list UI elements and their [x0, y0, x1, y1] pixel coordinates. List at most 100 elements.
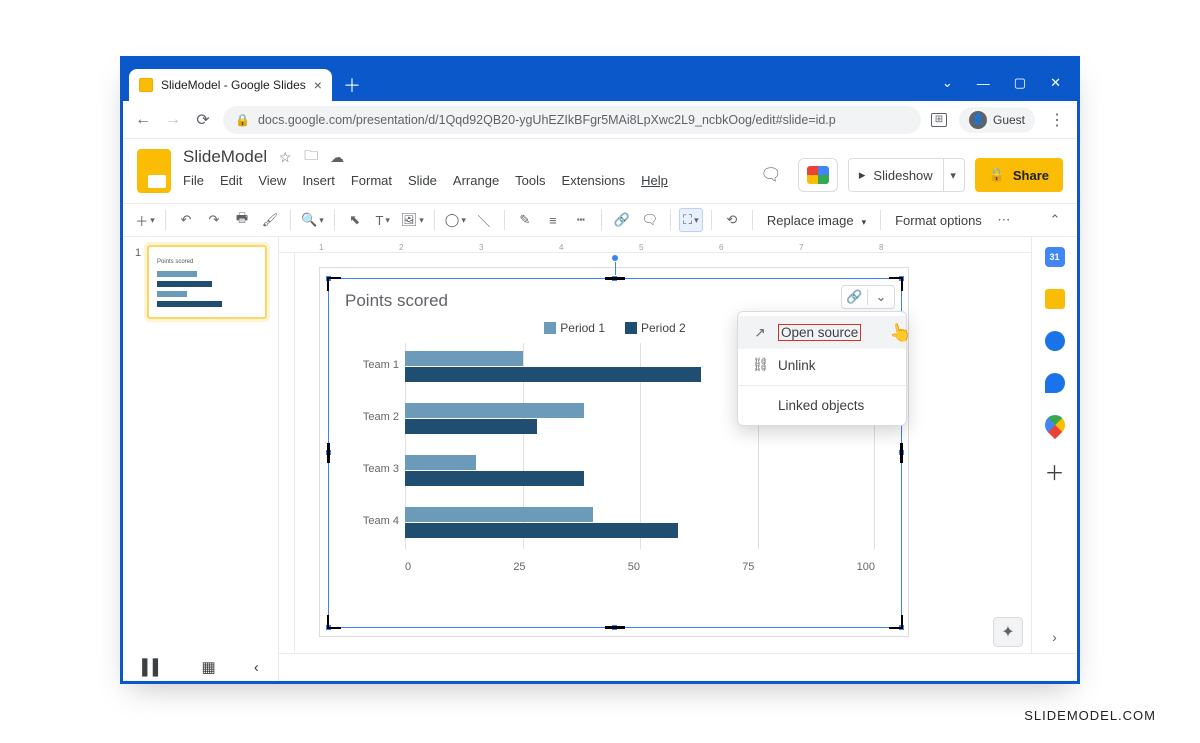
redo-button[interactable]: ↷	[202, 208, 226, 232]
tasks-icon[interactable]	[1045, 331, 1065, 351]
crop-handle[interactable]	[889, 615, 903, 629]
bar-team1-period1	[405, 351, 523, 366]
calendar-icon[interactable]	[1045, 247, 1065, 267]
collapse-toolbar-button[interactable]: ⌃	[1043, 208, 1067, 232]
menu-insert[interactable]: Insert	[302, 173, 335, 188]
new-slide-button[interactable]: ＋	[133, 208, 157, 232]
menu-file[interactable]: File	[183, 173, 204, 188]
shape-tool[interactable]: ◯	[443, 208, 468, 232]
forward-button[interactable]: →	[163, 110, 183, 130]
line-tool[interactable]: ＼	[472, 208, 496, 232]
menu-linked-objects[interactable]: Linked objects	[738, 390, 906, 421]
slideshow-dropdown[interactable]: ▾	[943, 158, 965, 192]
maps-icon[interactable]	[1040, 411, 1068, 439]
unlink-icon: ⛓	[752, 357, 768, 373]
menu-slide[interactable]: Slide	[408, 173, 437, 188]
more-tools-button[interactable]: ⋯	[992, 208, 1016, 232]
slide-canvas[interactable]: 🔗 ⌄ ↗ Open source ⛓ Unlink	[319, 267, 909, 637]
grid-view-icon[interactable]: ▦	[202, 658, 216, 676]
border-color-button[interactable]: ✎	[513, 208, 537, 232]
browser-tab[interactable]: SlideModel - Google Slides ×	[129, 69, 332, 101]
back-button[interactable]: ←	[133, 110, 153, 130]
crop-handle[interactable]	[327, 615, 341, 629]
hide-side-panel-icon[interactable]: ›	[1052, 629, 1057, 645]
slide-thumbnail-panel: 1 Points scored	[123, 237, 279, 653]
menu-edit[interactable]: Edit	[220, 173, 242, 188]
add-addon-icon[interactable]: ＋	[1045, 457, 1065, 486]
bar-team4-period2	[405, 523, 678, 538]
crop-button[interactable]: ⛶	[679, 208, 703, 232]
keep-icon[interactable]	[1045, 289, 1065, 309]
crop-handle[interactable]	[900, 443, 903, 463]
format-options-button[interactable]: Format options	[889, 213, 988, 228]
avatar-icon: 👤	[969, 111, 987, 129]
menu-bar: File Edit View Insert Format Slide Arran…	[183, 173, 668, 188]
menu-arrange[interactable]: Arrange	[453, 173, 499, 188]
reload-button[interactable]: ⟳	[193, 110, 213, 130]
chart-object-selected[interactable]: 🔗 ⌄ ↗ Open source ⛓ Unlink	[328, 278, 902, 628]
border-dash-button[interactable]: ┅	[569, 208, 593, 232]
filmstrip-view-icon[interactable]: ▌▌	[142, 659, 163, 676]
menu-view[interactable]: View	[258, 173, 286, 188]
slides-logo-icon[interactable]	[137, 149, 171, 193]
explore-button[interactable]: ✦	[993, 617, 1023, 647]
slide-thumbnail-1[interactable]: 1 Points scored	[147, 245, 267, 319]
linked-chart-menu: ↗ Open source ⛓ Unlink Linked objects	[737, 311, 907, 426]
image-tool[interactable]: 🖼	[399, 208, 426, 232]
maximize-icon[interactable]: ▢	[1014, 75, 1026, 91]
zoom-button[interactable]: 🔍	[299, 208, 326, 232]
address-bar[interactable]: 🔒 docs.google.com/presentation/d/1Qqd92Q…	[223, 106, 921, 134]
install-app-icon[interactable]: ⊞	[931, 113, 947, 127]
crop-handle[interactable]	[327, 443, 330, 463]
chart-title: Points scored	[345, 291, 885, 311]
slides-favicon-icon	[139, 78, 153, 92]
bar-team2-period1	[405, 403, 584, 418]
open-source-label: Open source	[778, 324, 861, 341]
minimize-icon[interactable]: —	[977, 76, 990, 91]
share-label: Share	[1013, 168, 1049, 183]
crop-handle[interactable]	[605, 277, 625, 280]
bar-team3-period2	[405, 471, 584, 486]
star-icon[interactable]: ☆	[277, 149, 293, 165]
collapse-filmstrip-icon[interactable]: ‹	[254, 659, 259, 676]
document-title[interactable]: SlideModel	[183, 147, 267, 167]
menu-tools[interactable]: Tools	[515, 173, 545, 188]
slideshow-button[interactable]: ▸ Slideshow	[848, 158, 944, 192]
replace-image-button[interactable]: Replace image	[761, 213, 872, 228]
menu-help[interactable]: Help	[641, 173, 668, 188]
new-tab-button[interactable]: ＋	[340, 73, 364, 97]
reset-image-button[interactable]: ⟲	[720, 208, 744, 232]
menu-format[interactable]: Format	[351, 173, 392, 188]
menu-unlink[interactable]: ⛓ Unlink	[738, 349, 906, 381]
profile-chip[interactable]: 👤 Guest	[959, 107, 1035, 133]
canvas-area[interactable]: 12345678	[279, 237, 1031, 653]
window-controls: ⌄ — ▢ ✕	[934, 75, 1069, 101]
border-weight-button[interactable]: ≡	[541, 208, 565, 232]
crop-handle[interactable]	[605, 626, 625, 629]
close-window-icon[interactable]: ✕	[1050, 75, 1061, 91]
view-switcher: ▌▌ ▦ ‹	[123, 653, 279, 681]
bar-team1-period2	[405, 367, 701, 382]
browser-window: SlideModel - Google Slides × ＋ ⌄ — ▢ ✕ ←…	[120, 56, 1080, 684]
cloud-saved-icon[interactable]: ☁	[329, 149, 345, 165]
contacts-icon[interactable]	[1045, 373, 1065, 393]
menu-extensions[interactable]: Extensions	[562, 173, 626, 188]
link-button[interactable]: 🔗	[610, 208, 634, 232]
close-tab-icon[interactable]: ×	[314, 77, 322, 93]
move-icon[interactable]: 🗀	[303, 149, 319, 165]
select-tool[interactable]: ⬉	[343, 208, 367, 232]
meet-button[interactable]	[798, 158, 838, 192]
menu-open-source[interactable]: ↗ Open source	[738, 316, 906, 349]
rotation-handle[interactable]	[611, 254, 619, 262]
undo-button[interactable]: ↶	[174, 208, 198, 232]
browser-menu-icon[interactable]: ⋮	[1047, 110, 1067, 130]
paint-format-button[interactable]: 🖌	[258, 208, 282, 232]
textbox-tool[interactable]: T	[371, 208, 395, 232]
share-button[interactable]: 🔒 Share	[975, 158, 1063, 192]
play-icon: ▸	[859, 167, 866, 183]
crop-handle[interactable]	[327, 277, 341, 291]
chevron-down-icon[interactable]: ⌄	[942, 75, 953, 91]
comment-button[interactable]: 🗨	[638, 208, 662, 232]
print-button[interactable]: 🖶	[230, 208, 254, 232]
comment-history-icon[interactable]: 🗨	[754, 158, 788, 192]
